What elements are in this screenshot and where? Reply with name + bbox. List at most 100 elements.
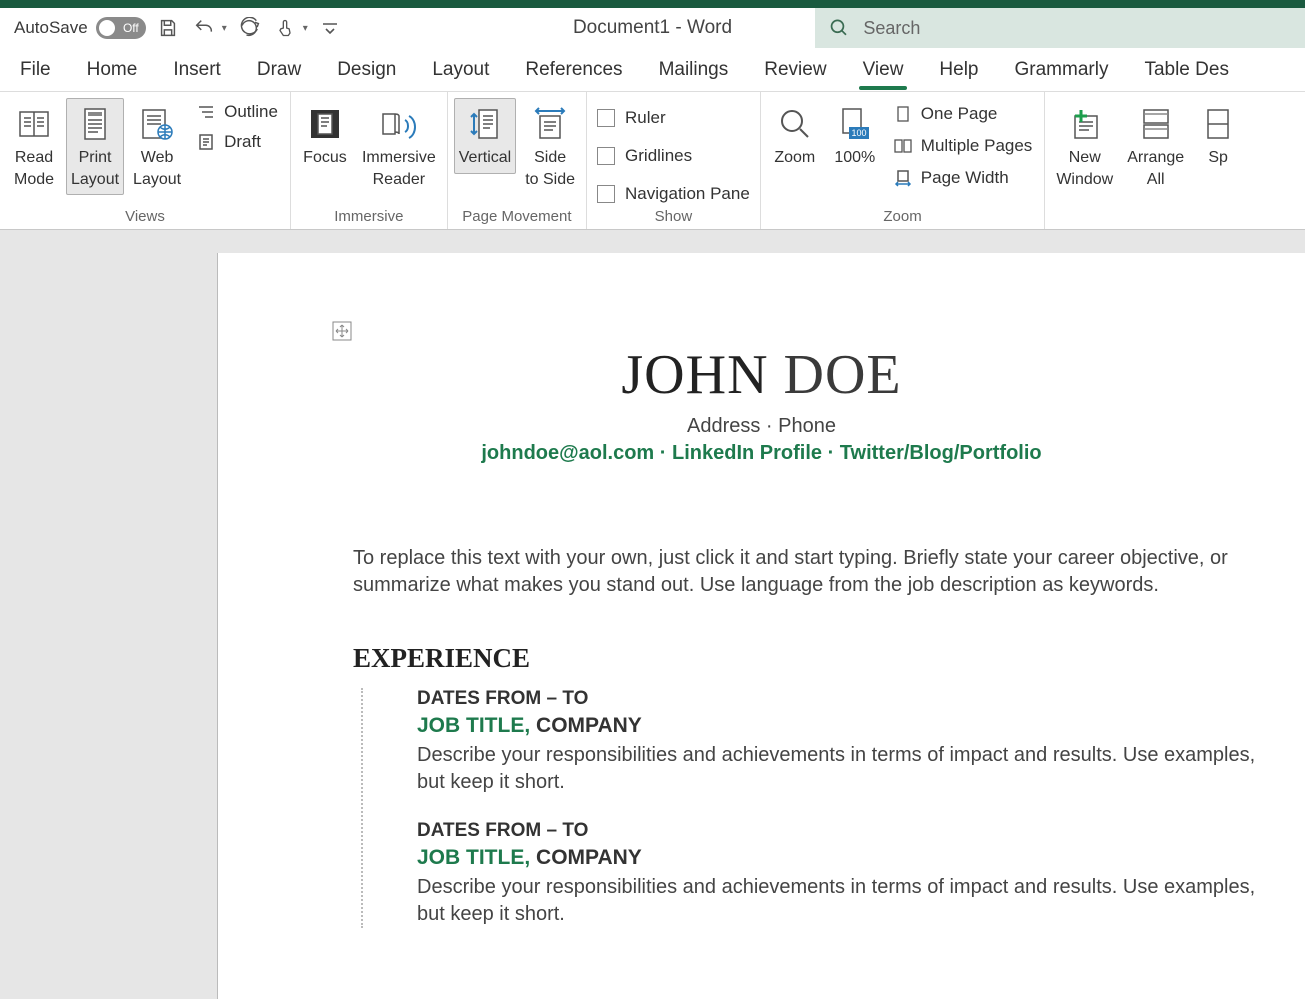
job-title-line[interactable]: JOB TITLE, COMPANY (417, 846, 1265, 870)
job-company: COMPANY (530, 846, 642, 869)
intro-text[interactable]: To replace this text with your own, just… (353, 545, 1265, 599)
zoom-100-button[interactable]: 100 100% (827, 98, 883, 174)
one-page-label: One Page (921, 104, 998, 124)
zoom-100-icon: 100 (835, 103, 875, 145)
tab-references[interactable]: References (511, 51, 636, 89)
job-company: COMPANY (530, 714, 642, 737)
read-mode-button[interactable]: ReadMode (6, 98, 62, 195)
toggle-switch[interactable]: Off (96, 17, 146, 39)
immersive-reader-icon (379, 103, 419, 145)
tab-file[interactable]: File (6, 51, 65, 89)
tab-design[interactable]: Design (323, 51, 410, 89)
multiple-pages-button[interactable]: Multiple Pages (887, 134, 1039, 158)
save-icon (157, 17, 179, 39)
tab-review[interactable]: Review (750, 51, 840, 89)
resume-address[interactable]: Address · Phone (338, 415, 1185, 438)
gridlines-checkbox[interactable]: Gridlines (593, 142, 754, 170)
job-dates[interactable]: DATES FROM – TO (417, 688, 1265, 710)
resume-body[interactable]: To replace this text with your own, just… (218, 485, 1305, 928)
first-name: JOHN (621, 344, 768, 406)
tab-help[interactable]: Help (925, 51, 992, 89)
immersive-group-label: Immersive (297, 208, 441, 229)
job-description[interactable]: Describe your responsibilities and achie… (417, 742, 1265, 796)
page-width-icon (893, 169, 913, 187)
toggle-knob (99, 20, 115, 36)
job-description[interactable]: Describe your responsibilities and achie… (417, 874, 1265, 928)
undo-button[interactable] (190, 14, 218, 42)
side-to-side-label: Sideto Side (525, 147, 575, 190)
side-to-side-button[interactable]: Sideto Side (520, 98, 580, 195)
resume-name[interactable]: JOHN DOE (338, 343, 1185, 407)
ribbon: ReadMode PrintLayout WebLayout (0, 92, 1305, 230)
split-button[interactable]: Sp (1193, 98, 1243, 174)
draft-button[interactable]: Draft (190, 130, 284, 154)
new-window-button[interactable]: NewWindow (1051, 98, 1118, 195)
table-move-handle[interactable] (330, 319, 358, 347)
print-layout-button[interactable]: PrintLayout (66, 98, 124, 195)
navigation-pane-checkbox[interactable]: Navigation Pane (593, 180, 754, 208)
svg-text:100: 100 (851, 128, 866, 138)
zoom-button[interactable]: Zoom (767, 98, 823, 174)
job-list[interactable]: DATES FROM – TO JOB TITLE, COMPANY Descr… (361, 688, 1265, 928)
immersive-reader-button[interactable]: ImmersiveReader (357, 98, 441, 195)
customize-icon (321, 21, 339, 35)
navigation-pane-label: Navigation Pane (625, 184, 750, 204)
touch-mode-button[interactable] (271, 14, 299, 42)
document-page[interactable]: JOHN DOE Address · Phone johndoe@aol.com… (217, 253, 1305, 999)
resume-header[interactable]: JOHN DOE Address · Phone johndoe@aol.com… (218, 313, 1305, 485)
outline-button[interactable]: Outline (190, 100, 284, 124)
search-box[interactable] (815, 8, 1305, 48)
checkbox-icon (597, 185, 615, 203)
title-bar: AutoSave Off ▾ ▾ Document1 - Word (0, 0, 1305, 48)
tab-insert[interactable]: Insert (159, 51, 235, 89)
undo-dropdown[interactable]: ▾ (222, 23, 227, 34)
job-entry[interactable]: DATES FROM – TO JOB TITLE, COMPANY Descr… (417, 688, 1265, 796)
touch-dropdown[interactable]: ▾ (303, 23, 308, 34)
zoom-label: Zoom (774, 147, 815, 169)
tab-table-design[interactable]: Table Des (1130, 51, 1243, 89)
tab-grammarly[interactable]: Grammarly (1001, 51, 1123, 89)
focus-icon (305, 103, 345, 145)
tab-view[interactable]: View (849, 51, 918, 89)
vertical-icon (465, 103, 505, 145)
group-zoom: Zoom 100 100% One Page (761, 92, 1046, 229)
resume-links[interactable]: johndoe@aol.com · LinkedIn Profile · Twi… (338, 442, 1185, 465)
zoom-group-label: Zoom (767, 208, 1039, 229)
save-button[interactable] (154, 14, 182, 42)
checkbox-icon (597, 109, 615, 127)
vertical-label: Vertical (459, 147, 511, 169)
tab-draw[interactable]: Draw (243, 51, 315, 89)
vertical-button[interactable]: Vertical (454, 98, 516, 174)
page-width-button[interactable]: Page Width (887, 166, 1039, 190)
group-immersive: Focus ImmersiveReader Immersive (291, 92, 448, 229)
tab-home[interactable]: Home (73, 51, 152, 89)
tab-layout[interactable]: Layout (418, 51, 503, 89)
focus-button[interactable]: Focus (297, 98, 353, 174)
arrange-all-button[interactable]: ArrangeAll (1122, 98, 1189, 195)
ruler-checkbox[interactable]: Ruler (593, 104, 754, 132)
web-layout-button[interactable]: WebLayout (128, 98, 186, 195)
document-canvas[interactable]: JOHN DOE Address · Phone johndoe@aol.com… (0, 230, 1305, 999)
redo-button[interactable] (235, 14, 263, 42)
read-mode-label: ReadMode (14, 147, 54, 190)
search-input[interactable] (863, 18, 1291, 39)
job-title-line[interactable]: JOB TITLE, COMPANY (417, 714, 1265, 738)
gridlines-label: Gridlines (625, 146, 692, 166)
arrange-all-icon (1136, 103, 1176, 145)
show-group-label: Show (593, 208, 754, 229)
tab-mailings[interactable]: Mailings (645, 51, 743, 89)
split-icon (1198, 103, 1238, 145)
experience-heading[interactable]: EXPERIENCE (353, 643, 1265, 674)
undo-icon (193, 17, 215, 39)
autosave-toggle[interactable]: AutoSave Off (14, 17, 146, 39)
new-window-icon (1065, 103, 1105, 145)
side-to-side-icon (530, 103, 570, 145)
immersive-reader-label: ImmersiveReader (362, 147, 436, 190)
job-entry[interactable]: DATES FROM – TO JOB TITLE, COMPANY Descr… (417, 820, 1265, 928)
one-page-button[interactable]: One Page (887, 102, 1039, 126)
ruler-label: Ruler (625, 108, 666, 128)
job-dates[interactable]: DATES FROM – TO (417, 820, 1265, 842)
checkbox-icon (597, 147, 615, 165)
customize-qat-button[interactable] (316, 14, 344, 42)
zoom-icon (775, 103, 815, 145)
